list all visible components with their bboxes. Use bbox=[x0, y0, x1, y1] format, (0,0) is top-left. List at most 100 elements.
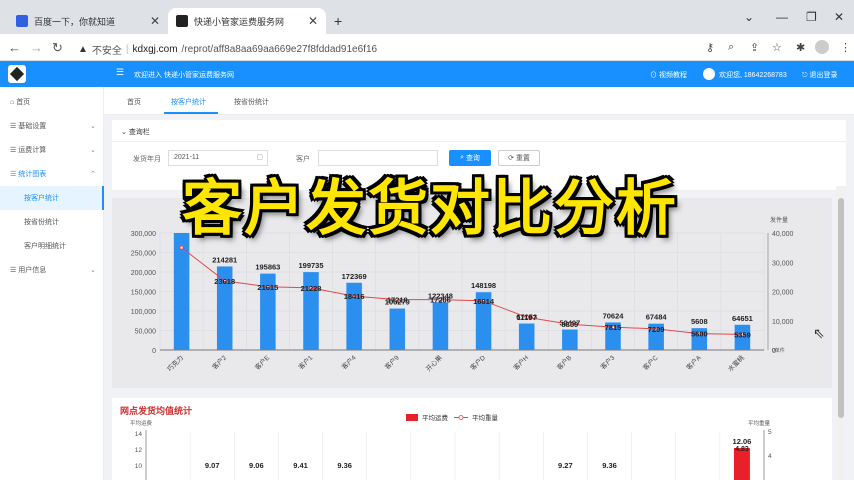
profile-avatar-icon[interactable] bbox=[815, 40, 829, 54]
x-tick-label: 客户E bbox=[253, 353, 272, 372]
close-window-icon[interactable]: ✕ bbox=[834, 10, 844, 24]
mouse-cursor-icon: ⇖ bbox=[813, 325, 825, 341]
y-tick-label: 200,000 bbox=[131, 270, 156, 277]
extensions-icon[interactable]: ✱ bbox=[796, 41, 805, 54]
baidu-favicon-icon bbox=[16, 15, 28, 27]
tab-by-customer[interactable]: 按客户统计 bbox=[171, 97, 206, 107]
right-tick-label: 20,000 bbox=[772, 290, 794, 297]
chart-icon: ☰ bbox=[10, 171, 19, 178]
scrollbar-thumb[interactable] bbox=[838, 198, 844, 418]
right-tick-label: 30,000 bbox=[772, 260, 794, 267]
sidebar-item-label: 客户明细统计 bbox=[24, 243, 66, 250]
overlay-title: 客户发货对比分析 bbox=[182, 174, 678, 244]
legend-marker bbox=[458, 415, 464, 420]
sidebar-item-freight-calc[interactable]: ☰ 运费计算 ⌄ bbox=[0, 138, 104, 162]
x-tick-label: 客户B bbox=[555, 353, 574, 372]
y-tick-label: 100,000 bbox=[131, 309, 156, 316]
right-axis-title: 发件量 bbox=[770, 216, 788, 224]
zoom-icon[interactable]: ⌕ bbox=[728, 41, 734, 54]
bar bbox=[562, 329, 578, 350]
sidebar-item-label: 基础设置 bbox=[18, 123, 47, 130]
divider bbox=[112, 141, 846, 142]
bar-value-label: 5608 bbox=[691, 317, 708, 326]
x-tick-label: 巧克力 bbox=[165, 353, 185, 373]
chart-title: 网点发货均值统计 bbox=[120, 405, 192, 416]
bar-value-label: 172369 bbox=[342, 272, 367, 281]
sidebar-item-label: 按客户统计 bbox=[24, 195, 59, 202]
minimize-icon[interactable]: — bbox=[776, 10, 788, 24]
y-tick-label: 250,000 bbox=[131, 251, 156, 258]
outlet-average-chart: 网点发货均值统计平均运费 平均重量平均运费 平均重量101214459.07 9.06… bbox=[120, 405, 772, 480]
line-value-label: 5600 bbox=[691, 330, 708, 339]
bookmark-star-icon[interactable]: ☆ bbox=[772, 41, 782, 54]
back-icon[interactable]: ← bbox=[8, 40, 21, 55]
tab-title: 快递小管家运费服务网 bbox=[194, 16, 285, 27]
tab-by-province[interactable]: 按省份统计 bbox=[234, 97, 269, 107]
sidebar-item-charts[interactable]: ☰ 统计图表 ⌃ bbox=[0, 162, 104, 186]
x-tick-label: 客户C bbox=[641, 353, 660, 372]
right-tick-label: 5 bbox=[768, 429, 772, 436]
chevron-down-icon: ⌄ bbox=[90, 147, 96, 154]
content-tab-bar bbox=[104, 87, 854, 115]
url-host: kdxgj.com bbox=[132, 44, 178, 55]
logout-link[interactable]: ⎋ 退出登录 bbox=[802, 70, 837, 80]
bar-value-label: 9.41 bbox=[293, 461, 308, 470]
kdxgj-favicon-icon bbox=[176, 15, 188, 27]
video-tutorial-label: 视频教程 bbox=[658, 72, 687, 79]
bar-value-label: 9.27 bbox=[558, 461, 573, 470]
sidebar-item-user-info[interactable]: ☰ 用户信息 ⌄ bbox=[0, 258, 104, 282]
y-tick-label: 0 bbox=[152, 348, 156, 355]
browser-tab-baidu[interactable]: 百度一下，你就知道 ✕ bbox=[8, 8, 168, 34]
bar-value-label: 12.06 bbox=[733, 437, 752, 446]
reload-icon[interactable]: ↻ bbox=[52, 40, 63, 56]
insecure-label: 不安全 bbox=[91, 46, 122, 57]
tab-title: 百度一下，你就知道 bbox=[34, 16, 116, 27]
right-axis-unit: 0单件 bbox=[772, 347, 785, 354]
bar-value-label: 195863 bbox=[255, 263, 280, 272]
line-value-label: 8809 bbox=[562, 320, 579, 329]
key-icon[interactable]: ⚷ bbox=[706, 41, 714, 54]
sidebar-item-label: 首页 bbox=[16, 99, 31, 106]
restore-icon[interactable]: ❐ bbox=[806, 10, 817, 24]
line-value-label: 11197 bbox=[517, 313, 537, 322]
forward-icon[interactable]: → bbox=[30, 40, 43, 55]
logout-label: 退出登录 bbox=[809, 72, 838, 79]
chevron-up-icon: ⌃ bbox=[90, 171, 96, 178]
url-field[interactable]: ▲ 不安全 | kdxgj.com/reprot/aff8a8aa69aa669… bbox=[78, 42, 377, 57]
y-tick-label: 10 bbox=[135, 463, 143, 470]
x-tick-label: 客户A bbox=[684, 353, 703, 372]
bar bbox=[432, 302, 449, 350]
share-icon[interactable]: ⇪ bbox=[750, 41, 759, 54]
x-tick-label: 客户3 bbox=[598, 353, 616, 371]
x-tick-label: 开心果 bbox=[424, 353, 444, 373]
menu-toggle-icon[interactable]: ☰ bbox=[116, 67, 124, 78]
close-tab-icon[interactable]: ✕ bbox=[150, 14, 160, 28]
sidebar-item-home[interactable]: ⌂ 首页 bbox=[0, 90, 104, 114]
bar-value-label: 9.06 bbox=[249, 461, 264, 470]
video-tutorial-link[interactable]: ⊙ 视频教程 bbox=[650, 70, 687, 80]
sidebar-item-label: 运费计算 bbox=[18, 147, 47, 154]
new-tab-button[interactable]: + bbox=[334, 13, 342, 29]
bar bbox=[389, 308, 406, 350]
legend-swatch-fare bbox=[406, 414, 418, 421]
menu-kebab-icon[interactable]: ⋮ bbox=[840, 41, 851, 54]
sidebar-item-basic-settings[interactable]: ☰ 基础设置 ⌄ bbox=[0, 114, 104, 138]
bar-value-label: 9.07 bbox=[205, 461, 220, 470]
bar-value-label: 70624 bbox=[603, 311, 625, 320]
sidebar-item-customer-detail[interactable]: 客户明细统计 bbox=[0, 234, 104, 258]
tab-home[interactable]: 首页 bbox=[127, 97, 141, 107]
sidebar-item-by-province[interactable]: 按省份统计 bbox=[0, 210, 104, 234]
close-tab-icon[interactable]: ✕ bbox=[308, 14, 318, 28]
legend-label: 平均运费 bbox=[422, 413, 449, 422]
tab-search-icon[interactable]: ⌄ bbox=[744, 10, 754, 24]
y-tick-label: 150,000 bbox=[131, 290, 156, 297]
sidebar-item-label: 用户信息 bbox=[18, 267, 47, 274]
sidebar-item-by-customer[interactable]: 按客户统计 bbox=[0, 186, 104, 210]
browser-tab-kdxgj[interactable]: 快递小管家运费服务网 ✕ bbox=[168, 8, 326, 34]
settings-icon: ☰ bbox=[10, 123, 19, 130]
x-tick-label: 客户1 bbox=[296, 353, 314, 371]
line-value-label: 5359 bbox=[734, 330, 751, 339]
x-tick-label: 客户H bbox=[511, 353, 530, 372]
line-value-label: 23618 bbox=[214, 277, 235, 286]
query-title-label: 查询栏 bbox=[128, 129, 150, 136]
